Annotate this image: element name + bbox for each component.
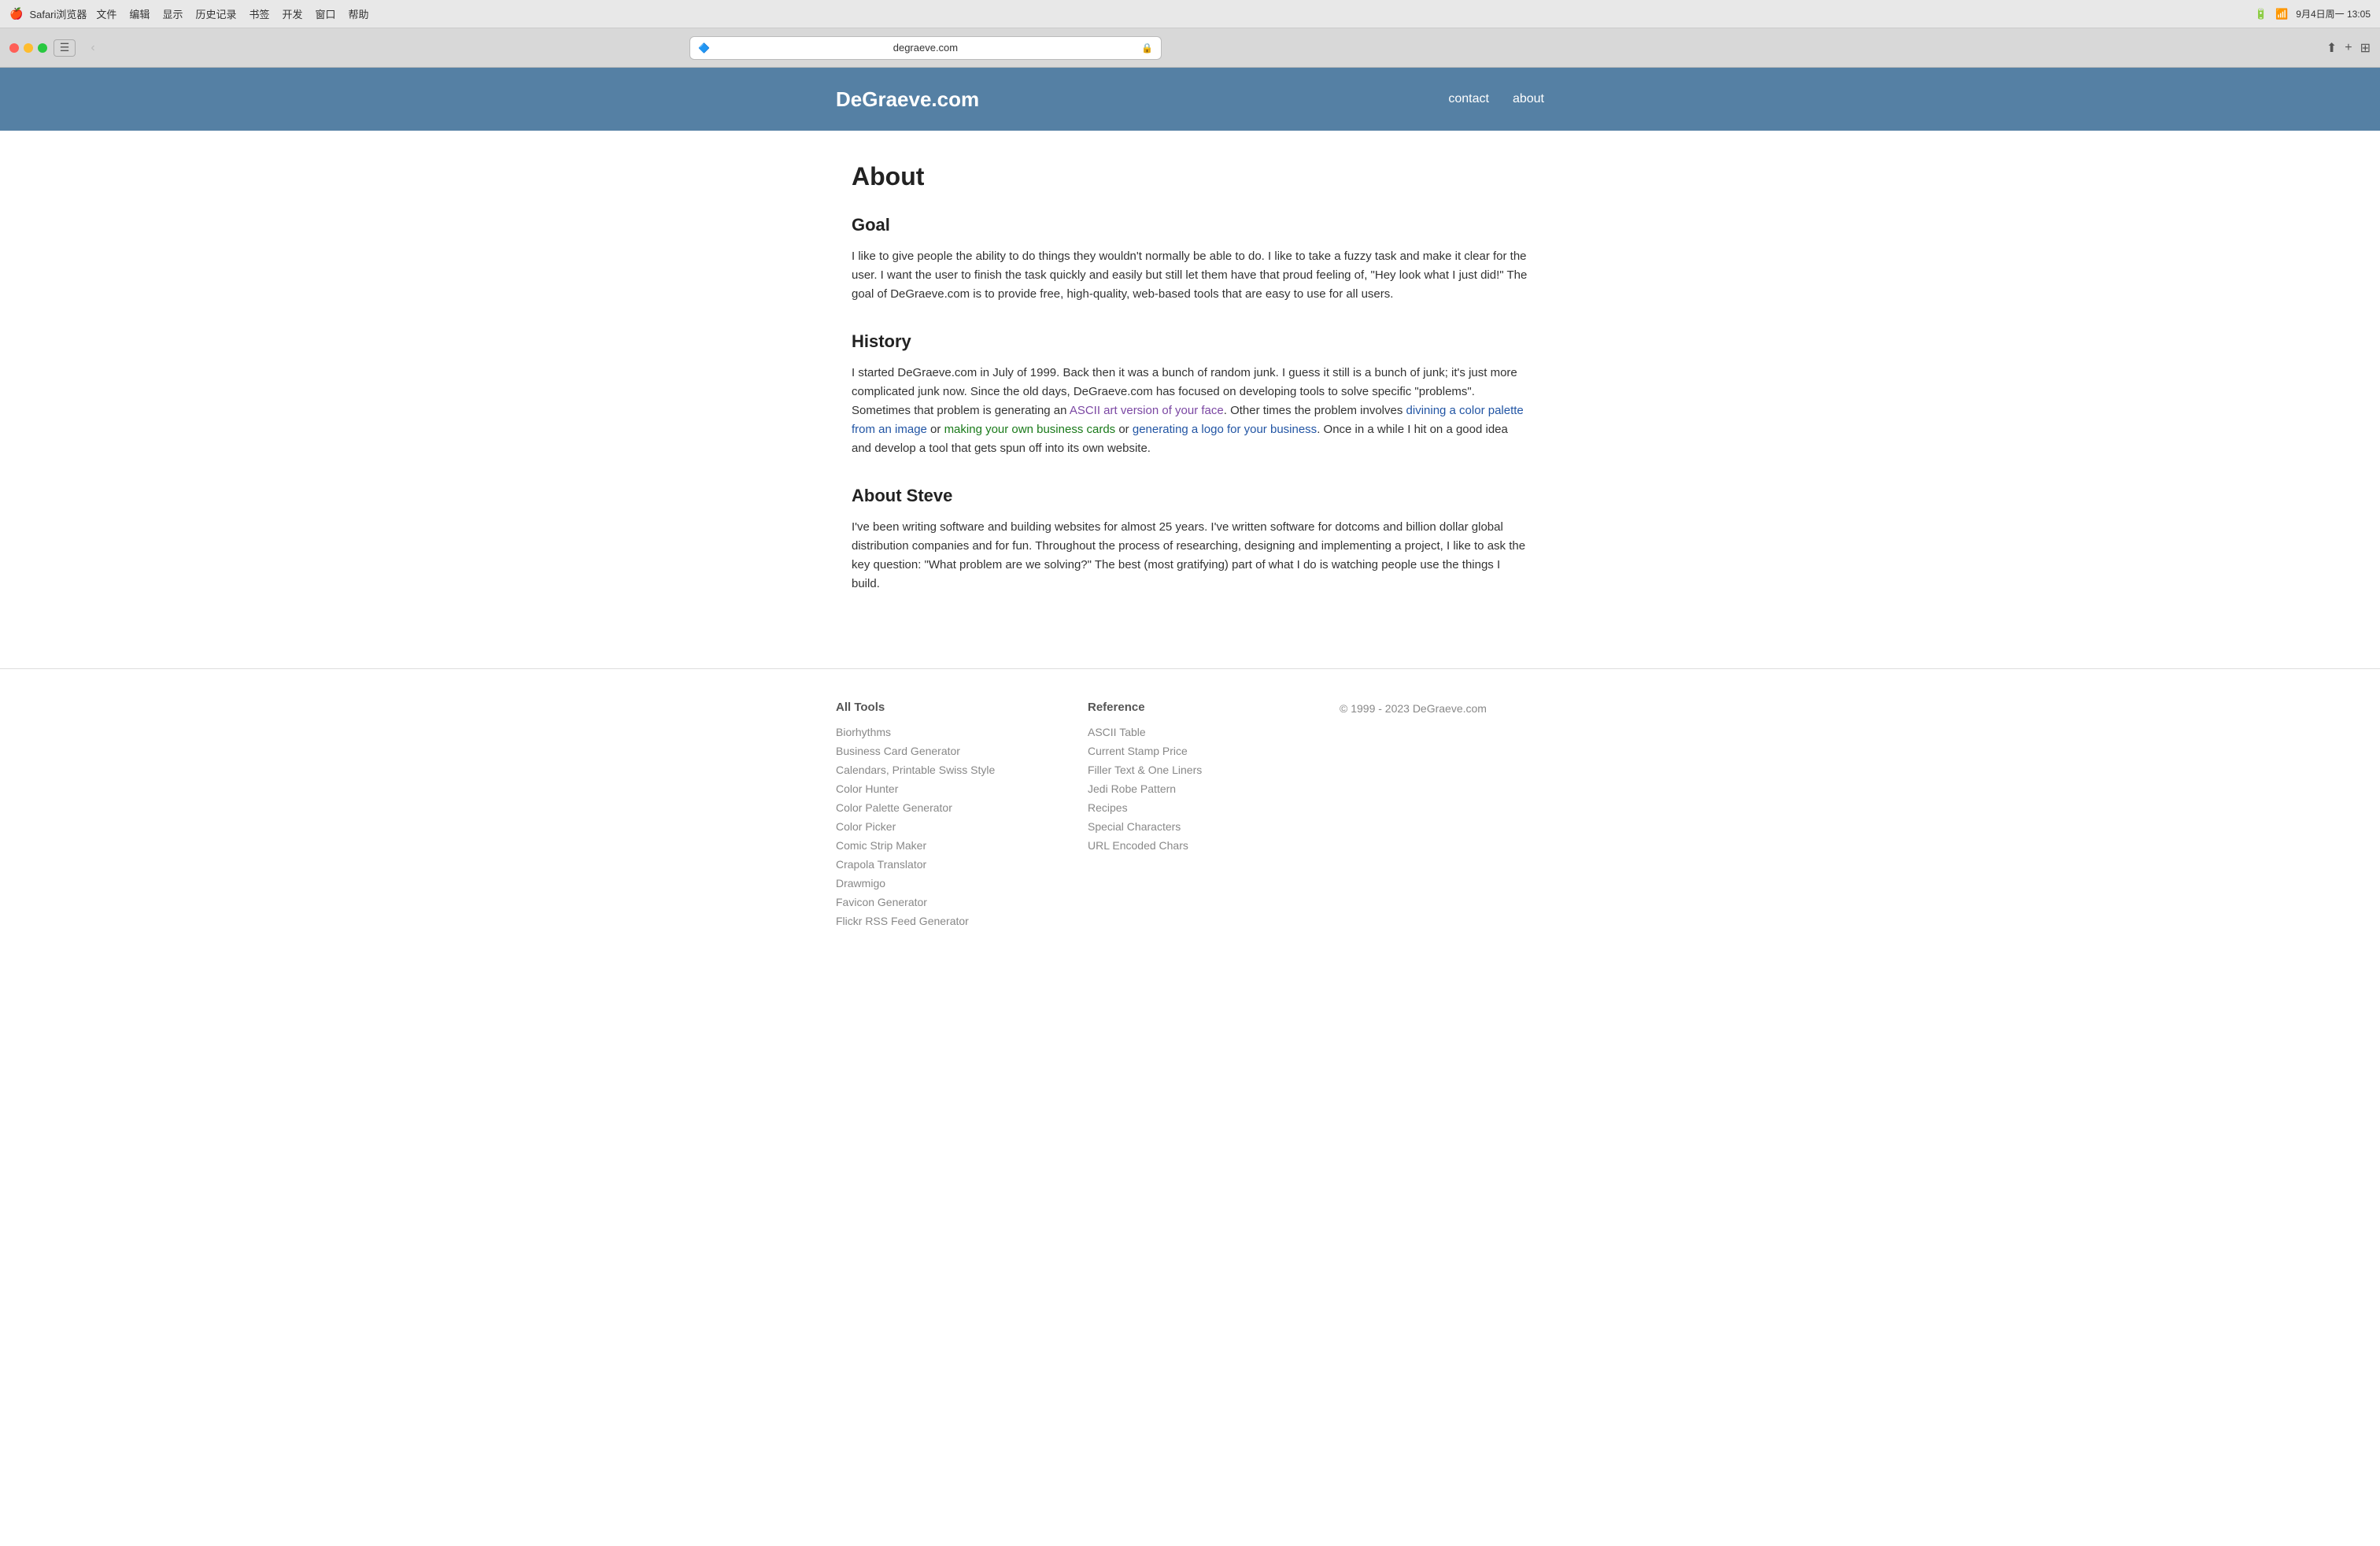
tool-drawmigo-link[interactable]: Drawmigo (836, 877, 885, 890)
sidebar-toggle[interactable]: ☰ (54, 39, 76, 57)
footer-all-tools: All Tools Biorhythms Business Card Gener… (836, 701, 1040, 934)
ref-recipes-link[interactable]: Recipes (1088, 801, 1128, 814)
business-cards-link[interactable]: making your own business cards (944, 423, 1116, 436)
list-item: Drawmigo (836, 877, 1040, 891)
status-icons: 🔋 📶 9月4日周一 13:05 (2255, 7, 2371, 20)
history-heading: History (852, 331, 1528, 352)
logo-link[interactable]: generating a logo for your business (1133, 423, 1317, 436)
site-nav: contact about (1448, 92, 1544, 106)
tool-comic-strip-link[interactable]: Comic Strip Maker (836, 839, 926, 852)
list-item: Special Characters (1088, 820, 1292, 834)
history-text-2: . Other times the problem involves (1224, 404, 1406, 417)
ref-jedi-robe-link[interactable]: Jedi Robe Pattern (1088, 782, 1176, 795)
battery-icon: 🔋 (2255, 8, 2267, 20)
new-tab-icon[interactable]: + (2345, 41, 2352, 55)
url-text: degraeve.com (715, 42, 1136, 54)
list-item: Recipes (1088, 801, 1292, 816)
tool-biorhythms-link[interactable]: Biorhythms (836, 726, 891, 738)
list-item: Color Hunter (836, 782, 1040, 797)
tool-calendars-link[interactable]: Calendars, Printable Swiss Style (836, 764, 995, 776)
window-controls (9, 43, 47, 53)
menu-develop[interactable]: 开发 (282, 6, 302, 21)
about-steve-heading: About Steve (852, 486, 1528, 506)
menu-edit[interactable]: 编辑 (129, 6, 150, 21)
lock-icon: 🔒 (1141, 43, 1153, 54)
nav-about[interactable]: about (1513, 92, 1544, 106)
ref-stamp-price-link[interactable]: Current Stamp Price (1088, 745, 1188, 757)
datetime: 9月4日周一 13:05 (2296, 7, 2371, 20)
nav-contact[interactable]: contact (1448, 92, 1489, 106)
tool-business-card-link[interactable]: Business Card Generator (836, 745, 960, 757)
tool-favicon-link[interactable]: Favicon Generator (836, 896, 927, 908)
list-item: ASCII Table (1088, 726, 1292, 740)
list-item: Filler Text & One Liners (1088, 764, 1292, 778)
list-item: Biorhythms (836, 726, 1040, 740)
tabs-icon[interactable]: ⊞ (2360, 40, 2371, 56)
ref-ascii-table-link[interactable]: ASCII Table (1088, 726, 1146, 738)
history-text: I started DeGraeve.com in July of 1999. … (852, 364, 1528, 458)
history-text-3: or (927, 423, 944, 436)
list-item: URL Encoded Chars (1088, 839, 1292, 853)
browser-name: Safari浏览器 (29, 6, 87, 21)
menu-file[interactable]: 文件 (96, 6, 116, 21)
back-button[interactable]: ‹ (82, 37, 104, 59)
history-text-4: or (1115, 423, 1133, 436)
tool-color-hunter-link[interactable]: Color Hunter (836, 782, 898, 795)
menu-history[interactable]: 历史记录 (195, 6, 236, 21)
ascii-art-link[interactable]: ASCII art version of your face (1070, 404, 1224, 417)
list-item: Comic Strip Maker (836, 839, 1040, 853)
tool-color-palette-link[interactable]: Color Palette Generator (836, 801, 952, 814)
footer-copyright-col: © 1999 - 2023 DeGraeve.com (1340, 701, 1544, 934)
share-icon[interactable]: ⬆ (2326, 40, 2337, 56)
list-item: Business Card Generator (836, 745, 1040, 759)
maximize-button[interactable] (38, 43, 47, 53)
address-bar[interactable]: 🔷 degraeve.com 🔒 (689, 36, 1162, 60)
goal-section: Goal I like to give people the ability t… (852, 215, 1528, 304)
menu-help[interactable]: 帮助 (349, 6, 369, 21)
ref-special-chars-link[interactable]: Special Characters (1088, 820, 1181, 833)
wifi-icon: 📶 (2275, 8, 2288, 20)
menu-bookmarks[interactable]: 书签 (249, 6, 269, 21)
page-title: About (852, 162, 1528, 191)
site-footer: All Tools Biorhythms Business Card Gener… (0, 668, 2380, 965)
list-item: Jedi Robe Pattern (1088, 782, 1292, 797)
tool-color-picker-link[interactable]: Color Picker (836, 820, 896, 833)
history-section: History I started DeGraeve.com in July o… (852, 331, 1528, 458)
goal-heading: Goal (852, 215, 1528, 235)
site-favicon: 🔷 (698, 43, 710, 54)
site-logo[interactable]: DeGraeve.com (836, 87, 979, 112)
menu-window[interactable]: 窗口 (316, 6, 336, 21)
list-item: Favicon Generator (836, 896, 1040, 910)
browser-toolbar: ☰ ‹ 🔷 degraeve.com 🔒 ⬆ + ⊞ (0, 28, 2380, 68)
main-content: About Goal I like to give people the abi… (836, 131, 1544, 653)
footer-reference-title: Reference (1088, 701, 1292, 714)
tool-crapola-link[interactable]: Crapola Translator (836, 858, 926, 871)
mac-os-bar: 🍎 Safari浏览器 文件 编辑 显示 历史记录 书签 开发 窗口 帮助 🔋 … (0, 0, 2380, 28)
about-steve-section: About Steve I've been writing software a… (852, 486, 1528, 594)
list-item: Calendars, Printable Swiss Style (836, 764, 1040, 778)
list-item: Color Picker (836, 820, 1040, 834)
ref-url-encoded-link[interactable]: URL Encoded Chars (1088, 839, 1188, 852)
about-steve-text: I've been writing software and building … (852, 518, 1528, 594)
list-item: Flickr RSS Feed Generator (836, 915, 1040, 929)
footer-reference-list: ASCII Table Current Stamp Price Filler T… (1088, 726, 1292, 853)
list-item: Crapola Translator (836, 858, 1040, 872)
tool-flickr-link[interactable]: Flickr RSS Feed Generator (836, 915, 969, 927)
footer-all-tools-title: All Tools (836, 701, 1040, 714)
footer-copyright: © 1999 - 2023 DeGraeve.com (1340, 701, 1544, 715)
footer-reference: Reference ASCII Table Current Stamp Pric… (1088, 701, 1292, 934)
footer-all-tools-list: Biorhythms Business Card Generator Calen… (836, 726, 1040, 929)
goal-text: I like to give people the ability to do … (852, 247, 1528, 304)
apple-icon[interactable]: 🍎 (9, 7, 23, 20)
ref-filler-text-link[interactable]: Filler Text & One Liners (1088, 764, 1202, 776)
list-item: Color Palette Generator (836, 801, 1040, 816)
close-button[interactable] (9, 43, 19, 53)
browser-right-actions: ⬆ + ⊞ (2326, 40, 2371, 56)
site-header: DeGraeve.com contact about (0, 68, 2380, 131)
minimize-button[interactable] (24, 43, 33, 53)
menu-view[interactable]: 显示 (162, 6, 183, 21)
list-item: Current Stamp Price (1088, 745, 1292, 759)
